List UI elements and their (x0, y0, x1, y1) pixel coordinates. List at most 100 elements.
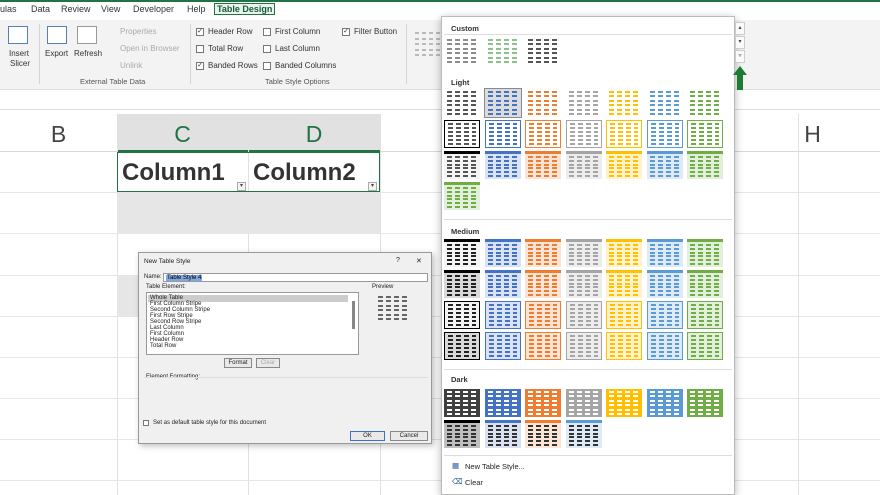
col-header-c[interactable]: C (117, 114, 248, 152)
table-header-column2[interactable]: Column2 (248, 152, 380, 192)
table-style-swatch[interactable] (565, 332, 602, 360)
tab-view[interactable]: View (101, 4, 120, 14)
table-style-swatch[interactable] (687, 120, 723, 148)
table-style-swatch[interactable] (687, 151, 723, 179)
table-style-swatch[interactable] (525, 120, 561, 148)
table-style-swatch[interactable] (485, 37, 521, 65)
tab-data[interactable]: Data (31, 4, 50, 14)
table-style-swatch[interactable] (646, 270, 683, 298)
insert-slicer-label-2[interactable]: Slicer (10, 59, 30, 68)
table-style-swatch[interactable] (687, 301, 723, 329)
table-style-swatch[interactable] (606, 89, 642, 117)
table-style-swatch[interactable] (484, 151, 521, 179)
format-button[interactable]: Format (224, 358, 252, 368)
table-style-swatch[interactable] (646, 120, 683, 148)
table-style-swatch[interactable] (565, 120, 602, 148)
last-column-checkbox[interactable] (263, 45, 271, 53)
list-scrollbar[interactable] (352, 301, 355, 329)
ok-button[interactable]: OK (350, 431, 385, 441)
table-style-swatch[interactable] (484, 301, 521, 329)
table-style-swatch[interactable] (444, 89, 480, 117)
cancel-button[interactable]: Cancel (390, 431, 428, 441)
table-style-swatch[interactable] (444, 182, 480, 210)
refresh-button[interactable]: Refresh (74, 49, 102, 58)
table-style-swatch[interactable] (484, 332, 521, 360)
table-style-swatch[interactable] (606, 301, 642, 329)
table-style-swatch[interactable] (525, 89, 561, 117)
total-row-checkbox[interactable] (196, 45, 204, 53)
default-style-checkbox[interactable] (143, 420, 149, 426)
table-style-swatch[interactable] (444, 239, 480, 267)
table-style-swatch[interactable] (525, 332, 561, 360)
table-element-list[interactable]: Whole Table First Column Stripe Second C… (146, 292, 359, 355)
table-style-swatch[interactable] (646, 301, 683, 329)
close-icon[interactable]: ✕ (416, 257, 422, 265)
open-in-browser-button[interactable]: Open in Browser (120, 44, 180, 53)
filter-dropdown-icon[interactable]: ▾ (237, 182, 246, 191)
table-style-swatch[interactable] (484, 389, 521, 417)
table-style-swatch[interactable] (565, 239, 602, 267)
table-style-swatch[interactable] (565, 389, 602, 417)
table-style-swatch[interactable] (687, 89, 723, 117)
export-button[interactable]: Export (45, 49, 68, 58)
table-style-swatch[interactable] (525, 151, 561, 179)
table-style-swatch[interactable] (606, 270, 642, 298)
table-style-swatch[interactable] (444, 301, 480, 329)
properties-button[interactable]: Properties (120, 27, 156, 36)
table-style-swatch[interactable] (687, 239, 723, 267)
table-style-swatch[interactable] (444, 389, 480, 417)
table-style-swatch[interactable] (525, 239, 561, 267)
table-style-swatch[interactable] (525, 37, 561, 65)
table-style-swatch[interactable] (606, 120, 642, 148)
table-style-swatch[interactable] (444, 37, 480, 65)
table-style-swatch[interactable] (565, 270, 602, 298)
col-header-d[interactable]: D (248, 114, 380, 152)
tab-developer[interactable]: Developer (133, 4, 174, 14)
table-style-swatch[interactable] (687, 389, 723, 417)
table-style-swatch[interactable] (565, 301, 602, 329)
scroll-up-icon[interactable]: ▴ (735, 22, 745, 35)
table-header-column1[interactable]: Column1 (117, 152, 248, 192)
new-table-style-menu-item[interactable]: New Table Style... (465, 462, 525, 471)
first-column-checkbox[interactable] (263, 28, 271, 36)
table-style-swatch[interactable] (646, 151, 683, 179)
table-style-swatch[interactable] (687, 270, 723, 298)
help-icon[interactable]: ? (396, 257, 400, 264)
table-style-swatch[interactable] (525, 389, 561, 417)
table-style-swatch[interactable] (444, 332, 480, 360)
formula-bar[interactable] (0, 90, 880, 110)
tab-help[interactable]: Help (187, 4, 206, 14)
table-style-swatch[interactable] (606, 151, 642, 179)
header-row-checkbox[interactable]: ✓ (196, 28, 204, 36)
table-style-swatch[interactable] (483, 88, 522, 118)
filter-button-checkbox[interactable]: ✓ (342, 28, 350, 36)
table-style-swatch[interactable] (444, 151, 480, 179)
table-style-swatch[interactable] (525, 270, 561, 298)
table-style-swatch[interactable] (525, 420, 561, 448)
table-style-swatch[interactable] (484, 239, 521, 267)
table-style-swatch[interactable] (444, 420, 480, 448)
table-style-swatch[interactable] (606, 239, 642, 267)
col-header-b[interactable]: B (0, 114, 117, 152)
table-style-swatch[interactable] (444, 270, 480, 298)
table-style-swatch[interactable] (565, 151, 602, 179)
table-style-swatch[interactable] (444, 120, 480, 148)
insert-slicer-label-1[interactable]: Insert (9, 49, 29, 58)
table-style-swatch[interactable] (646, 332, 683, 360)
more-styles-icon[interactable]: ▿ (735, 50, 745, 63)
banded-rows-checkbox[interactable]: ✓ (196, 62, 204, 70)
filter-dropdown-icon[interactable]: ▾ (368, 182, 377, 191)
clear-button[interactable]: Clear (256, 358, 280, 368)
table-style-swatch[interactable] (646, 389, 683, 417)
clear-menu-item[interactable]: Clear (465, 478, 483, 487)
tab-review[interactable]: Review (61, 4, 91, 14)
table-style-swatch[interactable] (565, 420, 602, 448)
table-style-swatch[interactable] (606, 332, 642, 360)
table-style-swatch[interactable] (566, 89, 602, 117)
name-input[interactable]: Table Style 4 (163, 273, 428, 282)
tab-formulas[interactable]: ulas (0, 4, 17, 14)
table-style-swatch[interactable] (484, 120, 521, 148)
table-style-swatch[interactable] (484, 270, 521, 298)
list-item[interactable]: Total Row (150, 343, 176, 349)
banded-columns-checkbox[interactable] (263, 62, 271, 70)
